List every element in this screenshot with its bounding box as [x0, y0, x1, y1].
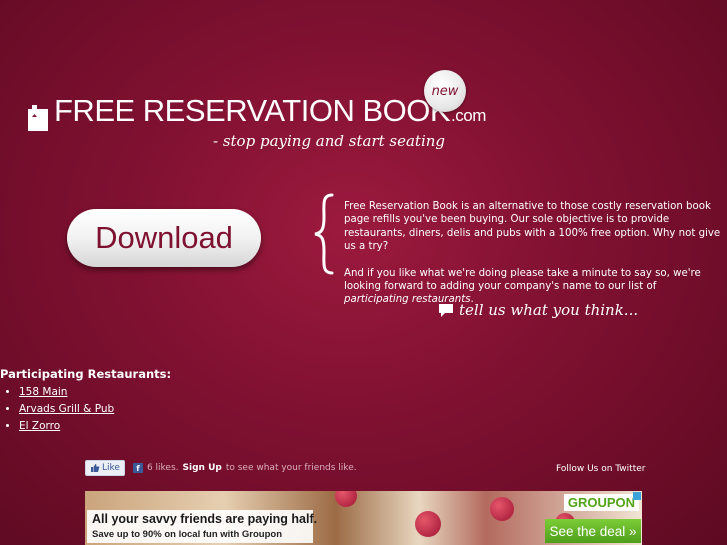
see-deal-button[interactable]: See the deal »	[545, 519, 641, 543]
like-label: Like	[102, 463, 120, 473]
groupon-logo: GROUPON	[563, 494, 639, 511]
restaurant-link[interactable]: Arvads Grill & Pub	[19, 403, 114, 415]
participating-list: 158 Main Arvads Grill & Pub El Zorro	[0, 384, 114, 435]
ad-decoration	[335, 491, 357, 507]
book-icon	[28, 105, 48, 131]
ad-decoration	[415, 511, 441, 537]
site-logo[interactable]: FREE RESERVATION BOOK.com	[28, 93, 486, 131]
facebook-signup-link[interactable]: Sign Up	[183, 463, 222, 473]
list-item: El Zorro	[19, 418, 114, 435]
about-paragraph-1: Free Reservation Book is an alternative …	[344, 201, 721, 253]
facebook-like-bar: Like f 6 likes. Sign Up to see what your…	[85, 460, 357, 476]
ad-decoration	[490, 497, 514, 521]
like-count: 6 likes.	[146, 463, 179, 473]
new-badge: new	[424, 70, 466, 112]
signup-tail-text: to see what your friends like.	[225, 463, 357, 473]
groupon-ad-banner[interactable]: All your savvy friends are paying half. …	[85, 491, 642, 545]
feedback-label: tell us what you think...	[459, 301, 639, 319]
ad-headline: All your savvy friends are paying half.	[92, 512, 318, 526]
tagline: - stop paying and start seating	[213, 132, 446, 150]
facebook-icon: f	[132, 463, 143, 473]
download-button[interactable]: Download	[67, 209, 261, 267]
logo-text: FREE RESERVATION BOOK.com	[54, 93, 486, 128]
list-item: Arvads Grill & Pub	[19, 401, 114, 418]
restaurant-link[interactable]: El Zorro	[19, 420, 60, 432]
adchoices-icon[interactable]	[633, 492, 641, 500]
ad-text-panel: All your savvy friends are paying half. …	[87, 510, 317, 543]
facebook-like-button[interactable]: Like	[85, 460, 125, 476]
curly-brace-icon	[314, 193, 334, 275]
feedback-link[interactable]: tell us what you think...	[438, 301, 638, 319]
ad-subline: Save up to 90% on local fun with Groupon	[92, 529, 283, 540]
twitter-follow-link[interactable]: Follow Us on Twitter	[556, 464, 645, 474]
speech-bubble-icon	[439, 303, 453, 317]
participating-title: Participating Restaurants:	[0, 367, 172, 381]
restaurant-link[interactable]: 158 Main	[19, 386, 67, 398]
thumbs-up-icon	[91, 464, 100, 472]
list-item: 158 Main	[19, 384, 114, 401]
